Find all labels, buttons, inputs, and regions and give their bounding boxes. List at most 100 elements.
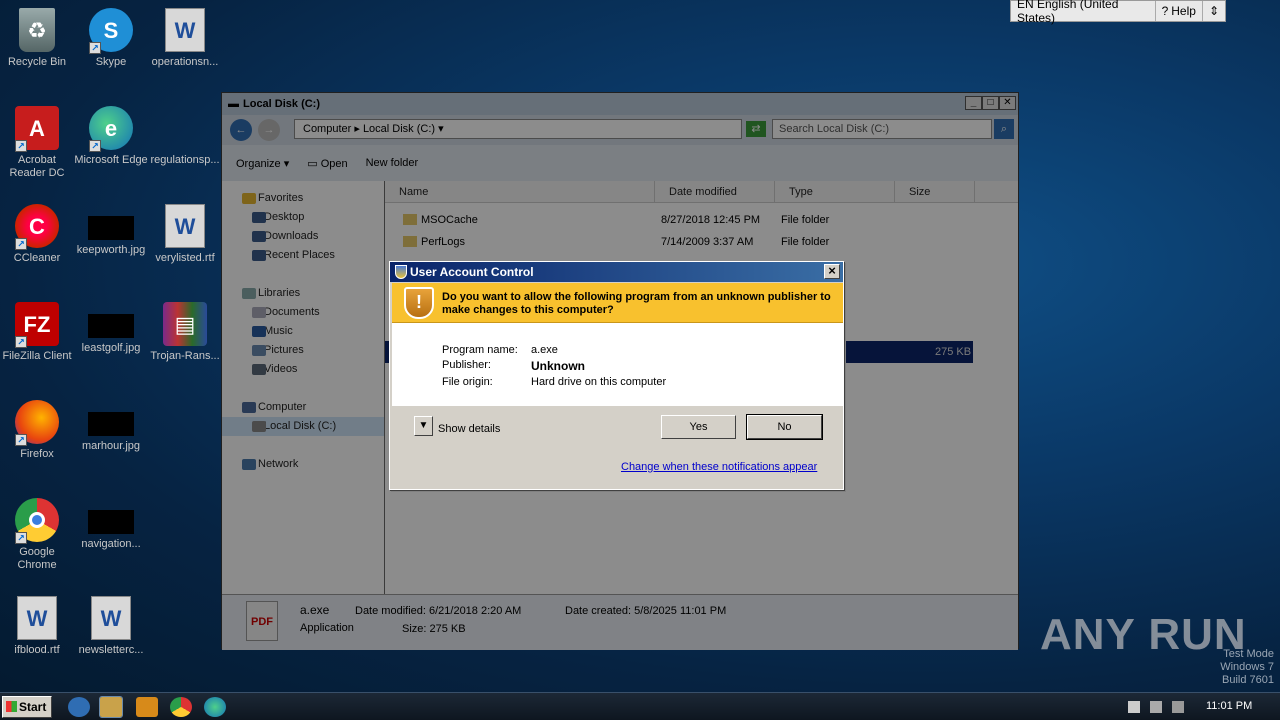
desktop-icon-firefox[interactable]: ↗ Firefox	[0, 400, 74, 461]
volume-icon[interactable]	[1172, 701, 1184, 713]
organize-button[interactable]: Organize ▾	[236, 157, 289, 170]
nav-local-disk[interactable]: Local Disk (C:)	[222, 417, 384, 436]
edge-taskbar-icon[interactable]	[204, 697, 226, 717]
clock[interactable]: 11:01 PM	[1206, 700, 1252, 712]
uac-footer: ▼ Show details Yes No Change when these …	[392, 406, 843, 489]
desktop-icon-skype[interactable]: S ↗ Skype	[74, 8, 148, 69]
ie-taskbar-icon[interactable]	[68, 697, 90, 717]
documents-icon	[252, 307, 266, 318]
yes-button[interactable]: Yes	[661, 415, 736, 439]
change-notifications-link[interactable]: Change when these notifications appear	[621, 461, 817, 473]
nav-downloads[interactable]: Downloads	[222, 227, 384, 246]
show-details-toggle[interactable]: ▼	[414, 416, 433, 436]
acrobat-icon: A ↗	[15, 106, 59, 152]
nav-videos[interactable]: Videos	[222, 360, 384, 379]
open-button[interactable]: ▭ Open	[307, 157, 347, 170]
no-button[interactable]: No	[746, 414, 823, 440]
minimize-button[interactable]: _	[965, 96, 982, 110]
file-name: MSOCache	[421, 214, 478, 226]
file-origin-label: File origin:	[442, 376, 493, 388]
breadcrumb-computer[interactable]: Computer	[303, 123, 351, 135]
refresh-icon[interactable]: ⇄	[746, 121, 766, 137]
column-name[interactable]: Name	[385, 181, 655, 202]
ccleaner-icon: C ↗	[15, 204, 59, 250]
nav-pictures[interactable]: Pictures	[222, 341, 384, 360]
breadcrumb[interactable]: Computer ▸ Local Disk (C:) ▾	[294, 119, 742, 139]
nav-documents[interactable]: Documents	[222, 303, 384, 322]
close-button[interactable]: ×	[824, 264, 840, 279]
taskbar: Start 11:01 PM	[0, 692, 1280, 720]
desktop-icon-chrome[interactable]: ↗ Google Chrome	[0, 498, 74, 572]
network-icon[interactable]	[1150, 701, 1162, 713]
desktop-icon-edge[interactable]: e ↗ Microsoft Edge	[74, 106, 148, 167]
nav-label: Computer	[258, 401, 307, 413]
nav-network[interactable]: Network	[222, 455, 384, 474]
flag-icon[interactable]	[1128, 701, 1140, 713]
desktop-icon-newsletterc[interactable]: W newsletterc...	[74, 596, 148, 657]
maximize-button[interactable]: □	[982, 96, 999, 110]
nav-recent-places[interactable]: Recent Places	[222, 246, 384, 265]
explorer-taskbar-icon[interactable]	[99, 696, 123, 718]
uac-question: Do you want to allow the following progr…	[442, 291, 831, 316]
desktop-icon-label: verylisted.rtf	[155, 252, 215, 264]
uac-warning-banner: ! Do you want to allow the following pro…	[392, 283, 843, 323]
desktop-icon-recycle-bin[interactable]: ♻ Recycle Bin	[0, 8, 74, 69]
details-date-created: Date created: 5/8/2025 11:01 PM	[565, 605, 727, 617]
nav-computer[interactable]: Computer	[222, 398, 384, 417]
desktop-icon-operationsn[interactable]: W operationsn...	[148, 8, 222, 69]
nav-favorites[interactable]: Favorites	[222, 189, 384, 208]
desktop-icon-leastgolf[interactable]: leastgolf.jpg	[74, 302, 148, 355]
desktop-icon-label: marhour.jpg	[81, 440, 141, 452]
breadcrumb-local-disk[interactable]: Local Disk (C:)	[363, 123, 435, 135]
computer-icon	[242, 402, 256, 413]
file-origin-value: Hard drive on this computer	[531, 376, 667, 388]
desktop-icon-regulationsp[interactable]: regulationsp...	[148, 106, 222, 167]
close-button[interactable]: ✕	[999, 96, 1016, 110]
downloads-icon	[252, 231, 266, 242]
desktop-icon-ifblood[interactable]: W ifblood.rtf	[0, 596, 74, 657]
column-size[interactable]: Size	[895, 181, 975, 202]
media-player-taskbar-icon[interactable]	[136, 697, 158, 717]
program-name-value: a.exe	[531, 344, 558, 356]
search-icon[interactable]: ⌕	[994, 119, 1014, 139]
language-selector[interactable]: EN English (United States)	[1011, 0, 1156, 25]
help-button[interactable]: ? Help	[1156, 1, 1203, 21]
nav-libraries[interactable]: Libraries	[222, 284, 384, 303]
table-row[interactable]: MSOCache 8/27/2018 12:45 PM File folder	[385, 209, 1018, 231]
nav-music[interactable]: Music	[222, 322, 384, 341]
recycle-bin-icon: ♻	[19, 8, 55, 52]
desktop-icon-filezilla[interactable]: FZ ↗ FileZilla Client	[0, 302, 74, 363]
desktop-icon-keepworth[interactable]: keepworth.jpg	[74, 204, 148, 257]
recent-places-icon	[252, 250, 266, 261]
back-button[interactable]: ←	[230, 119, 252, 141]
desktop-icon-verylisted[interactable]: W verylisted.rtf	[148, 204, 222, 265]
uac-program-info: Program name: a.exe Publisher: Unknown F…	[392, 323, 843, 406]
nav-label: Music	[264, 325, 293, 337]
image-thumb-icon	[88, 314, 134, 338]
nav-label: Local Disk (C:)	[264, 420, 337, 432]
nav-label: Network	[258, 458, 299, 470]
show-details-label[interactable]: Show details	[438, 423, 500, 435]
desktop-icon-ccleaner[interactable]: C ↗ CCleaner	[0, 204, 74, 265]
desktop-icon-marhour[interactable]: marhour.jpg	[74, 400, 148, 453]
publisher-value: Unknown	[531, 359, 585, 373]
start-button[interactable]: Start	[2, 696, 52, 718]
music-icon	[252, 326, 266, 337]
column-type[interactable]: Type	[775, 181, 895, 202]
desktop-icon-acrobat[interactable]: A ↗ Acrobat Reader DC	[0, 106, 74, 180]
column-date-modified[interactable]: Date modified	[655, 181, 775, 202]
new-folder-button[interactable]: New folder	[366, 157, 419, 169]
help-label: Help	[1171, 4, 1196, 18]
forward-button[interactable]: →	[258, 119, 280, 141]
explorer-titlebar: ▬ Local Disk (C:) _ □ ✕	[222, 93, 1018, 115]
chrome-taskbar-icon[interactable]	[170, 697, 192, 717]
search-input[interactable]: Search Local Disk (C:)	[772, 119, 992, 139]
image-thumb-icon	[88, 216, 134, 240]
table-row[interactable]: PerfLogs 7/14/2009 3:37 AM File folder	[385, 231, 1018, 253]
desktop-icon-label: ifblood.rtf	[14, 644, 60, 656]
desktop-icon-navigation[interactable]: navigation...	[74, 498, 148, 551]
desktop-icon-trojan[interactable]: ▤ Trojan-Rans...	[148, 302, 222, 363]
nav-desktop[interactable]: Desktop	[222, 208, 384, 227]
anyrun-logo: ANY RUN	[1040, 610, 1247, 659]
language-bar-options[interactable]: ⇕	[1203, 1, 1225, 21]
